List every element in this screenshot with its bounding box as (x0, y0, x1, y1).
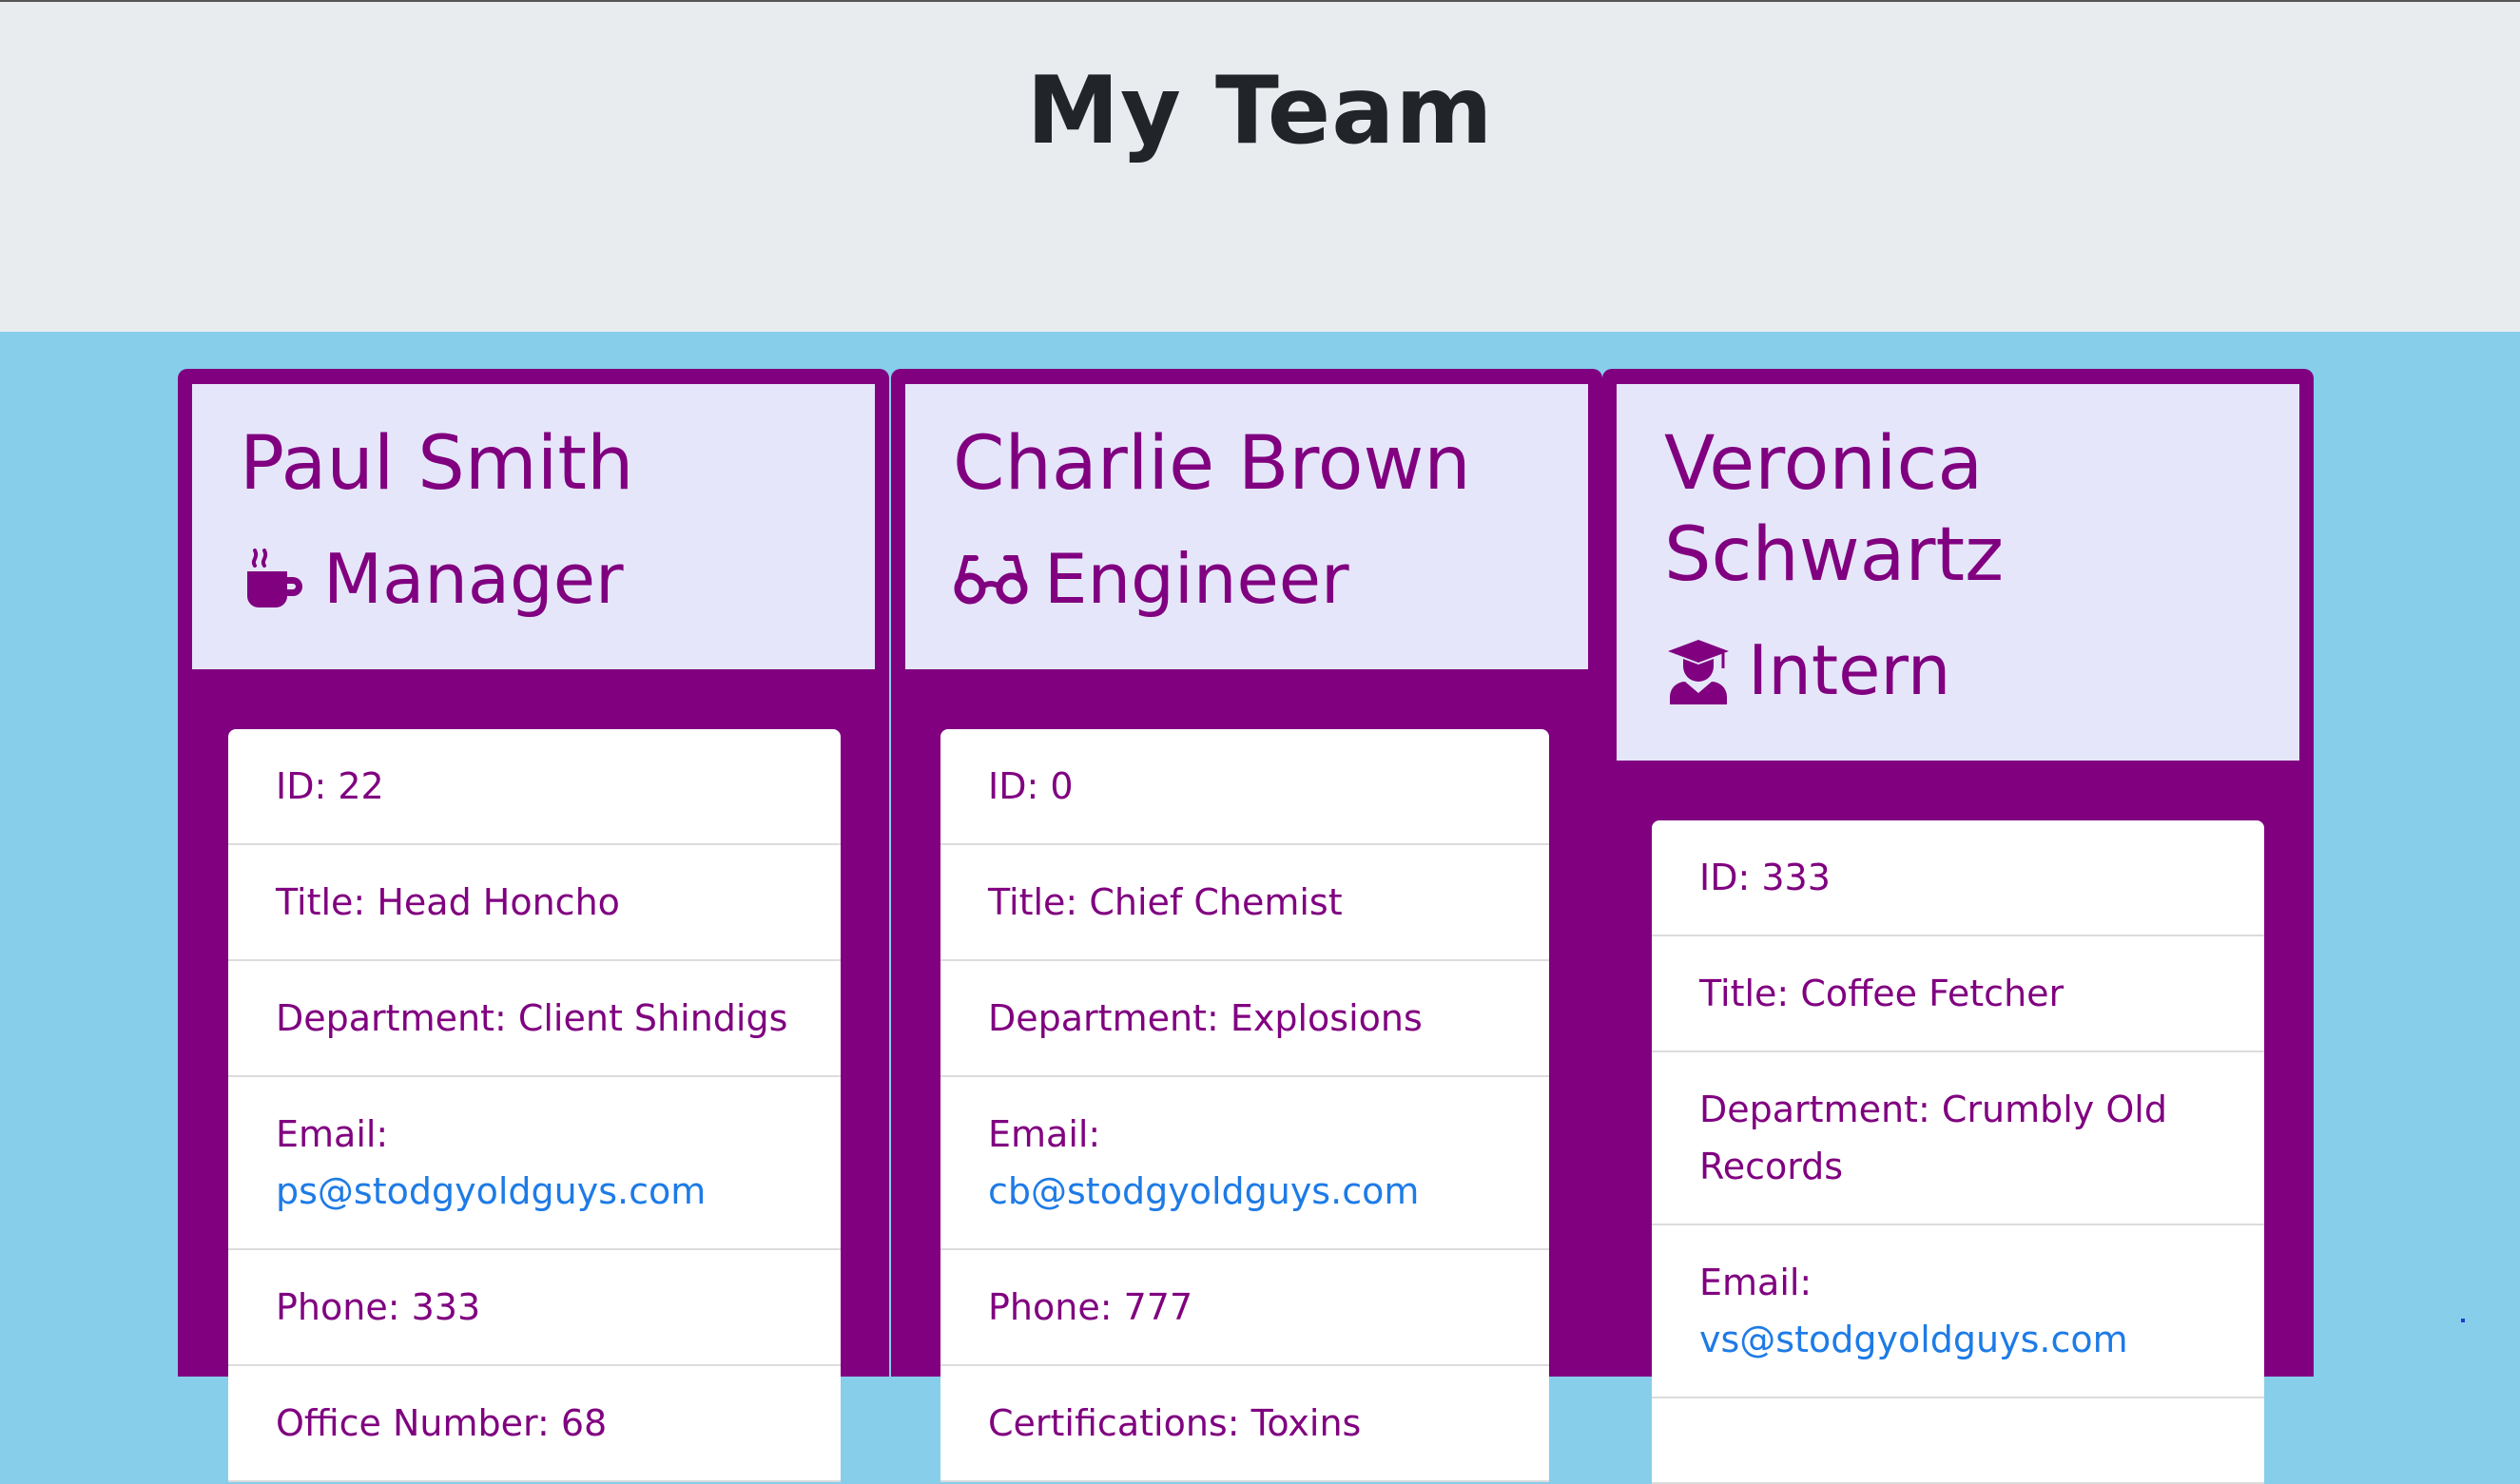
detail-office-number: Office Number: 68 (228, 1366, 841, 1482)
detail-title: Title: Coffee Fetcher (1652, 936, 2264, 1052)
employee-name: Charlie Brown (953, 421, 1471, 507)
detail-phone: Phone: 777 (940, 1250, 1549, 1366)
detail-title: Title: Head Honcho (228, 845, 841, 961)
role-label: Manager (323, 539, 624, 619)
detail-id: ID: 0 (940, 729, 1549, 845)
details-list: ID: 22 Title: Head Honcho Department: Cl… (228, 729, 841, 1482)
employee-card-manager: Paul Smith Manager ID: 22 Title: Head Ho… (178, 369, 889, 1482)
page-header: My Team (0, 2, 2520, 332)
employee-name: Paul Smith (240, 421, 634, 507)
role-label: Engineer (1044, 539, 1349, 619)
glasses-icon (953, 545, 1029, 613)
detail-department: Department: Client Shindigs (228, 961, 841, 1077)
card-header: Charlie Brown Engineer (905, 384, 1588, 669)
employee-role: Intern (1664, 627, 1950, 713)
employee-card-engineer: Charlie Brown Engineer ID: 0 Title: Chie… (891, 369, 1602, 1482)
email-link[interactable]: vs@stodgyoldguys.com (1699, 1319, 2128, 1360)
graduate-icon (1664, 636, 1733, 704)
employee-card-intern: Veronica Schwartz Intern ID: 333 Title: … (1602, 369, 2314, 1484)
page-title: My Team (1026, 57, 1494, 165)
card-header: Veronica Schwartz Intern (1617, 384, 2299, 761)
mug-icon (240, 545, 308, 613)
detail-email: Email: vs@stodgyoldguys.com (1652, 1225, 2264, 1398)
employee-name: Veronica Schwartz (1664, 421, 2005, 598)
role-label: Intern (1748, 630, 1951, 710)
employee-role: Manager (240, 536, 624, 622)
detail-department: Department: Crumbly Old Records (1652, 1052, 2264, 1225)
card-header: Paul Smith Manager (192, 384, 875, 669)
page-dot (2461, 1319, 2465, 1322)
detail-title: Title: Chief Chemist (940, 845, 1549, 961)
email-link[interactable]: cb@stodgyoldguys.com (988, 1170, 1419, 1212)
detail-department: Department: Explosions (940, 961, 1549, 1077)
detail-email: Email: ps@stodgyoldguys.com (228, 1077, 841, 1250)
email-link[interactable]: ps@stodgyoldguys.com (276, 1170, 706, 1212)
detail-phone: Phone: 333 (228, 1250, 841, 1366)
detail-email: Email: cb@stodgyoldguys.com (940, 1077, 1549, 1250)
detail-id: ID: 22 (228, 729, 841, 845)
detail-certifications: Certifications: Toxins (940, 1366, 1549, 1482)
details-list: ID: 333 Title: Coffee Fetcher Department… (1652, 820, 2264, 1484)
details-list: ID: 0 Title: Chief Chemist Department: E… (940, 729, 1549, 1482)
employee-role: Engineer (953, 536, 1349, 622)
detail-id: ID: 333 (1652, 820, 2264, 936)
detail-empty (1652, 1398, 2264, 1484)
